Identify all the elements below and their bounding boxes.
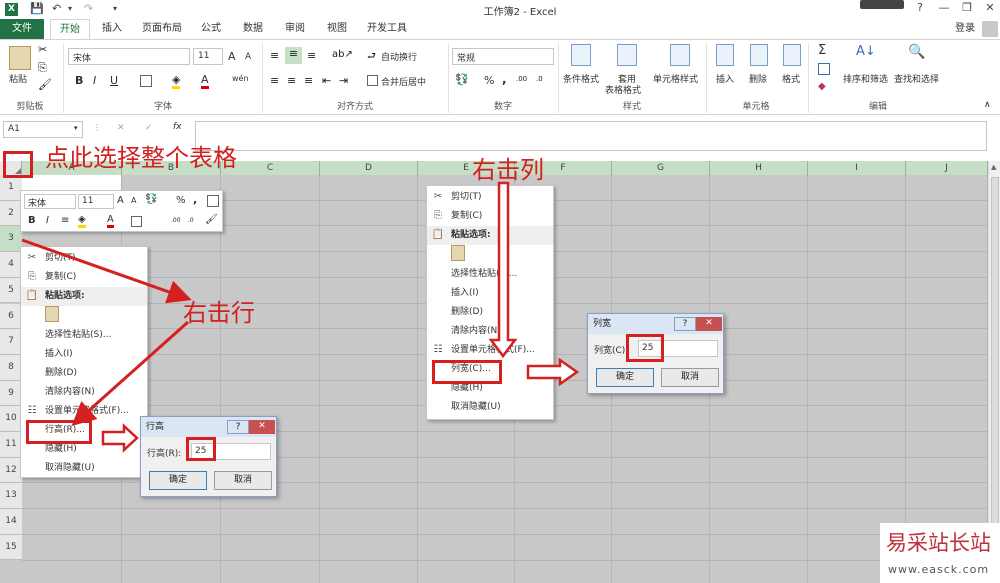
annotation-arrows (21, 181, 580, 453)
arrow-row3-to-annotation (21, 238, 192, 304)
hollow-arrow-column-dialog (526, 357, 580, 387)
hollow-arrow-row-dialog (101, 423, 139, 453)
arrow-annotation-to-row-height (71, 320, 189, 426)
watermark-url: www.easck.com (888, 563, 990, 576)
column-down-arrow (488, 181, 518, 359)
watermark: 易采站长站 www.easck.com (880, 523, 1000, 583)
watermark-title: 易采站长站 (886, 531, 991, 555)
